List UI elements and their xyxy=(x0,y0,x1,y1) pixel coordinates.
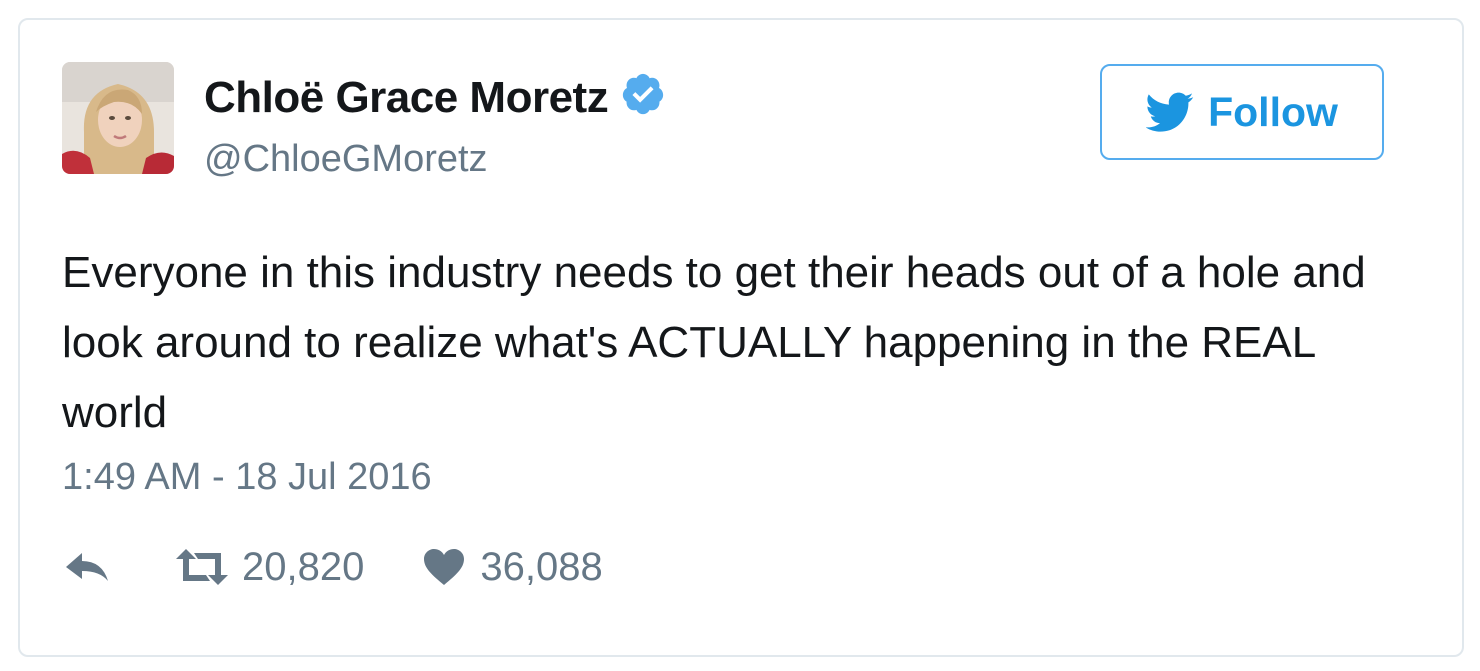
author-handle[interactable]: @ChloeGMoretz xyxy=(204,138,488,181)
retweet-icon xyxy=(176,549,228,585)
follow-label: Follow xyxy=(1208,88,1338,135)
reply-button[interactable] xyxy=(62,547,112,587)
retweet-count: 20,820 xyxy=(242,544,365,589)
like-button[interactable]: 36,088 xyxy=(422,544,603,590)
like-count: 36,088 xyxy=(480,544,603,589)
verified-badge-icon xyxy=(623,73,664,115)
author-row: Chloë Grace Moretz xyxy=(204,70,666,126)
author-name[interactable]: Chloë Grace Moretz xyxy=(204,73,609,123)
tweet-actions: 20,820 36,088 xyxy=(62,542,603,592)
follow-button[interactable]: Follow xyxy=(1100,64,1384,160)
tweet-text: Everyone in this industry needs to get t… xyxy=(62,248,1366,437)
avatar[interactable] xyxy=(62,62,174,174)
tweet-timestamp[interactable]: 1:49 AM - 18 Jul 2016 xyxy=(62,456,432,499)
heart-icon xyxy=(424,549,465,585)
retweet-button[interactable]: 20,820 xyxy=(174,545,364,590)
twitter-bird-icon xyxy=(1146,92,1194,132)
reply-icon xyxy=(66,553,108,581)
